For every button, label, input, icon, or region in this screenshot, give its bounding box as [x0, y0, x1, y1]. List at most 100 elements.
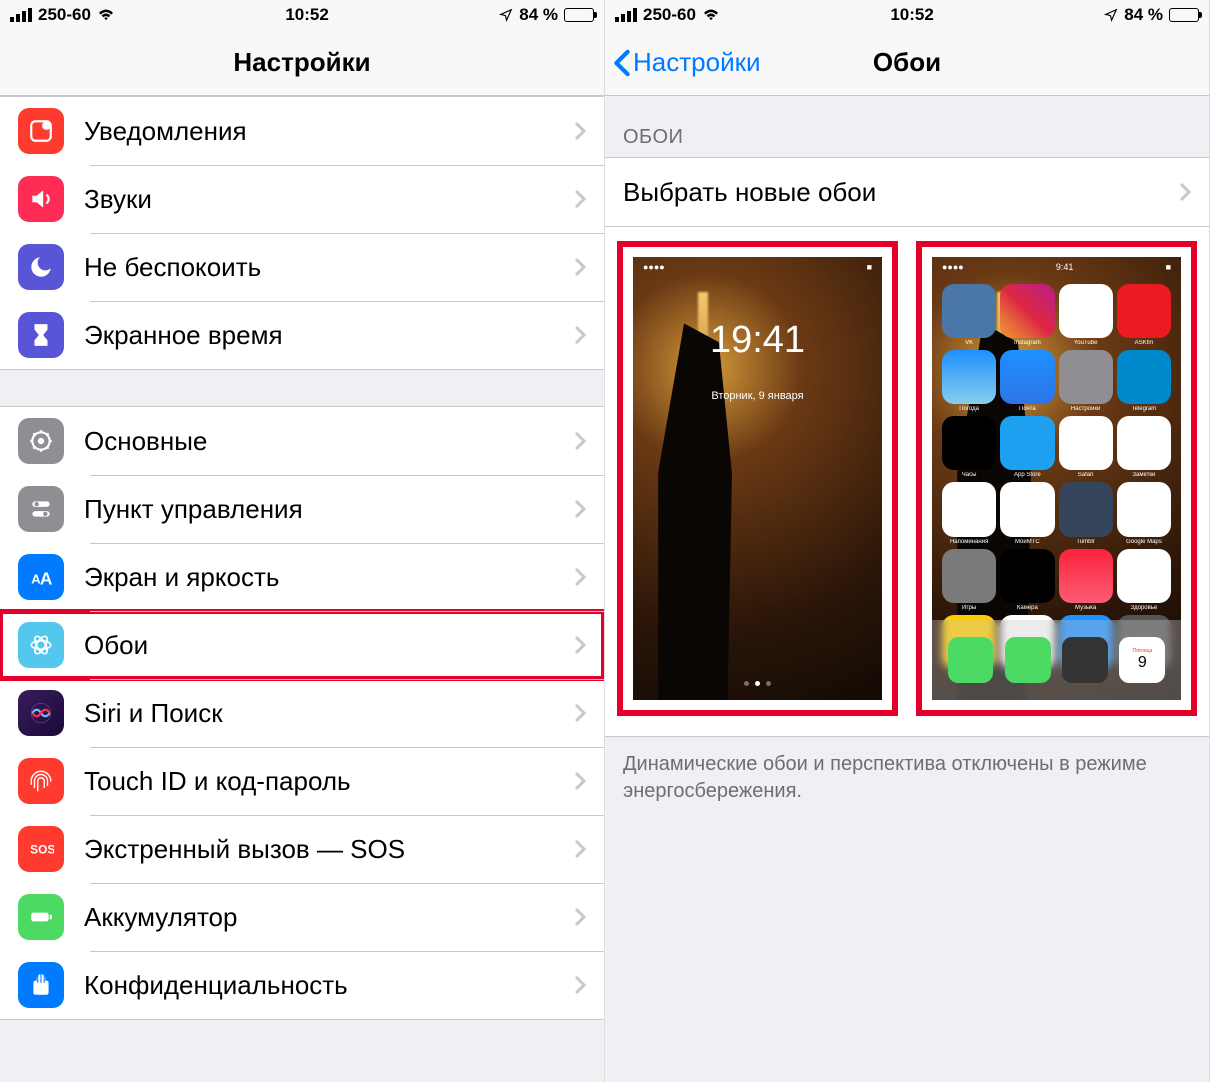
chevron-right-icon	[574, 975, 586, 995]
settings-item-screen-time[interactable]: Экранное время	[0, 301, 604, 369]
hs-app: VK	[942, 284, 996, 346]
chevron-right-icon	[574, 771, 586, 791]
dock-app	[948, 637, 994, 683]
settings-item-display[interactable]: AA Экран и яркость	[0, 543, 604, 611]
battery-pct: 84 %	[1124, 5, 1163, 25]
notifications-icon	[18, 108, 64, 154]
hs-app: МойМТС	[1000, 482, 1054, 544]
settings-screen: 250-60 10:52 84 % Настройки Уведомления З…	[0, 0, 605, 1082]
back-button[interactable]: Настройки	[613, 47, 761, 78]
settings-item-label: Аккумулятор	[84, 902, 574, 933]
settings-item-control-center[interactable]: Пункт управления	[0, 475, 604, 543]
settings-item-touch-id[interactable]: Touch ID и код-пароль	[0, 747, 604, 815]
lockscreen-preview[interactable]: ●●●●■ 19:41 Вторник, 9 января	[617, 241, 898, 716]
settings-item-label: Экстренный вызов — SOS	[84, 834, 574, 865]
settings-item-label: Экранное время	[84, 320, 574, 351]
choose-new-wallpaper-label: Выбрать новые обои	[623, 177, 1179, 208]
homescreen-preview[interactable]: ●●●●9:41■ VKInstagramYouTubeASKfmПогодаП…	[916, 241, 1197, 716]
back-label: Настройки	[633, 47, 761, 78]
settings-item-label: Звуки	[84, 184, 574, 215]
settings-item-label: Не беспокоить	[84, 252, 574, 283]
page-title: Настройки	[233, 47, 370, 78]
settings-list[interactable]: Уведомления Звуки Не беспокоить Экранное вр…	[0, 96, 604, 1082]
battery-icon	[18, 894, 64, 940]
choose-new-wallpaper-cell[interactable]: Выбрать новые обои	[605, 158, 1209, 226]
page-title: Обои	[873, 47, 941, 78]
chevron-right-icon	[574, 189, 586, 209]
chevron-right-icon	[1179, 182, 1191, 202]
battery-icon	[564, 8, 594, 22]
settings-item-label: Siri и Поиск	[84, 698, 574, 729]
screen-time-icon	[18, 312, 64, 358]
chevron-right-icon	[574, 431, 586, 451]
wallpaper-screen: 250-60 10:52 84 % Настройки Обои ОБОИ Вы…	[605, 0, 1210, 1082]
sounds-icon	[18, 176, 64, 222]
svg-text:A: A	[40, 569, 53, 589]
wallpaper-icon	[18, 622, 64, 668]
wallpaper-content: ОБОИ Выбрать новые обои ●●●●■ 19:41 Втор…	[605, 96, 1209, 1082]
display-icon: AA	[18, 554, 64, 600]
settings-item-siri[interactable]: Siri и Поиск	[0, 679, 604, 747]
dock-app	[1062, 637, 1108, 683]
location-icon	[499, 8, 513, 22]
hs-app: ASKfm	[1117, 284, 1171, 346]
hs-app: Камера	[1000, 549, 1054, 611]
location-icon	[1104, 8, 1118, 22]
hs-app: Заметки	[1117, 416, 1171, 478]
settings-item-notifications[interactable]: Уведомления	[0, 97, 604, 165]
chevron-right-icon	[574, 121, 586, 141]
control-center-icon	[18, 486, 64, 532]
settings-item-label: Touch ID и код-пароль	[84, 766, 574, 797]
hs-app: Настройки	[1059, 350, 1113, 412]
battery-pct: 84 %	[519, 5, 558, 25]
hs-app: Почта	[1000, 350, 1054, 412]
hs-app: Telegram	[1117, 350, 1171, 412]
hs-app: Здоровье	[1117, 549, 1171, 611]
lockscreen-time: 19:41	[633, 319, 882, 362]
settings-item-label: Конфиденциальность	[84, 970, 574, 1001]
settings-item-dnd[interactable]: Не беспокоить	[0, 233, 604, 301]
hs-app: Часы	[942, 416, 996, 478]
chevron-right-icon	[574, 907, 586, 927]
signal-bars-icon	[10, 8, 32, 22]
svg-text:SOS: SOS	[30, 842, 54, 856]
settings-item-battery[interactable]: Аккумулятор	[0, 883, 604, 951]
general-icon	[18, 418, 64, 464]
hs-app: Safari	[1059, 416, 1113, 478]
battery-icon	[1169, 8, 1199, 22]
nav-bar-settings: Настройки	[0, 30, 604, 96]
status-time: 10:52	[890, 5, 933, 25]
chevron-right-icon	[574, 839, 586, 859]
lockscreen-date: Вторник, 9 января	[633, 390, 882, 402]
settings-item-label: Уведомления	[84, 116, 574, 147]
carrier-label: 250-60	[38, 5, 91, 25]
dnd-icon	[18, 244, 64, 290]
wifi-icon	[97, 8, 115, 22]
hs-app: Напоминания	[942, 482, 996, 544]
hs-app: YouTube	[1059, 284, 1113, 346]
chevron-right-icon	[574, 635, 586, 655]
wallpaper-previews: ●●●●■ 19:41 Вторник, 9 января ●●●●9:41■ …	[605, 227, 1209, 737]
dock-app	[1005, 637, 1051, 683]
settings-item-wallpaper[interactable]: Обои	[0, 611, 604, 679]
chevron-right-icon	[574, 567, 586, 587]
settings-item-general[interactable]: Основные	[0, 407, 604, 475]
chevron-right-icon	[574, 257, 586, 277]
status-time: 10:52	[285, 5, 328, 25]
nav-bar-wallpaper: Настройки Обои	[605, 30, 1209, 96]
settings-item-privacy[interactable]: Конфиденциальность	[0, 951, 604, 1019]
dock-app: Пятница9	[1119, 637, 1165, 683]
wallpaper-footer-note: Динамические обои и перспектива отключен…	[605, 737, 1209, 813]
privacy-icon	[18, 962, 64, 1008]
section-header-wallpaper: ОБОИ	[605, 96, 1209, 157]
wifi-icon	[702, 8, 720, 22]
hs-app: Google Maps	[1117, 482, 1171, 544]
sos-icon: SOS	[18, 826, 64, 872]
settings-item-sos[interactable]: SOS Экстренный вызов — SOS	[0, 815, 604, 883]
settings-item-label: Экран и яркость	[84, 562, 574, 593]
chevron-right-icon	[574, 703, 586, 723]
carrier-label: 250-60	[643, 5, 696, 25]
settings-item-sounds[interactable]: Звуки	[0, 165, 604, 233]
settings-item-label: Основные	[84, 426, 574, 457]
settings-item-label: Обои	[84, 630, 574, 661]
